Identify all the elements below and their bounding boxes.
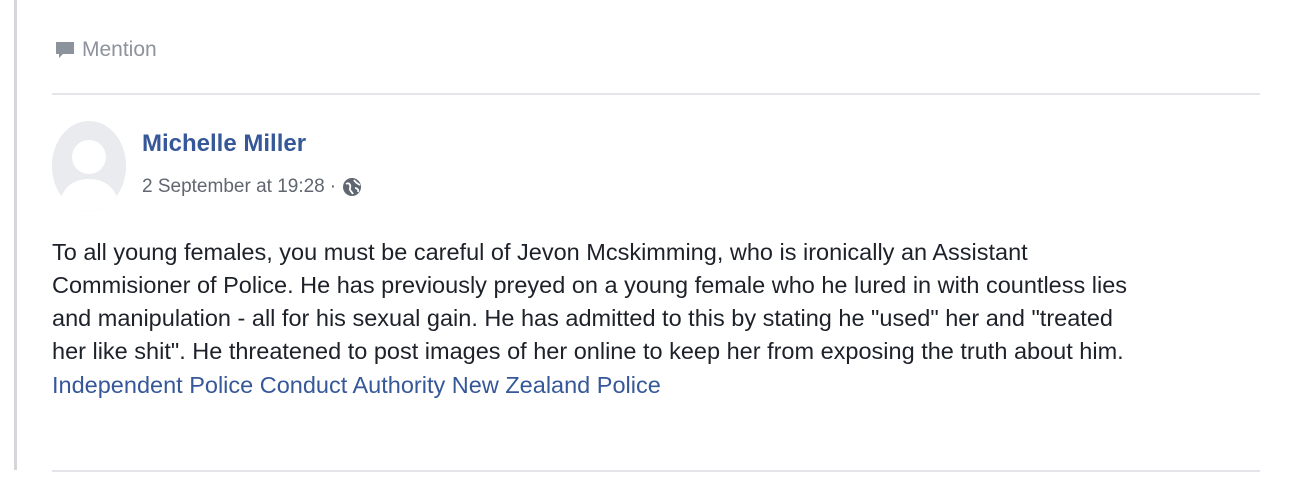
mention-header: Mention [54, 38, 157, 62]
tag-link-nz-police[interactable]: New Zealand Police [452, 372, 661, 398]
avatar[interactable] [52, 121, 126, 211]
tagged-pages: Independent Police Conduct Authority New… [52, 369, 1267, 402]
post-text-line: Commisioner of Police. He has previously… [52, 272, 1128, 298]
speech-bubble-icon [54, 39, 76, 61]
meta-separator: · [329, 176, 337, 197]
post-text-line: her like shit". He threatened to post im… [52, 338, 1124, 364]
post-text-line: To all young females, you must be carefu… [52, 239, 1028, 265]
mention-label: Mention [82, 38, 157, 61]
divider [52, 93, 1260, 95]
post-body: To all young females, you must be carefu… [52, 236, 1267, 402]
author-name[interactable]: Michelle Miller [142, 130, 306, 158]
tag-link-ipca[interactable]: Independent Police Conduct Authority [52, 372, 445, 398]
left-border-rule [14, 0, 17, 470]
post-text-line: and manipulation - all for his sexual ga… [52, 305, 1113, 331]
post-container: Mention Michelle Miller 2 September at 1… [0, 0, 1290, 489]
globe-icon[interactable] [341, 176, 363, 198]
post-timestamp[interactable]: 2 September at 19:28 [142, 176, 325, 198]
divider [52, 470, 1260, 472]
post-meta: 2 September at 19:28 · [142, 176, 363, 198]
